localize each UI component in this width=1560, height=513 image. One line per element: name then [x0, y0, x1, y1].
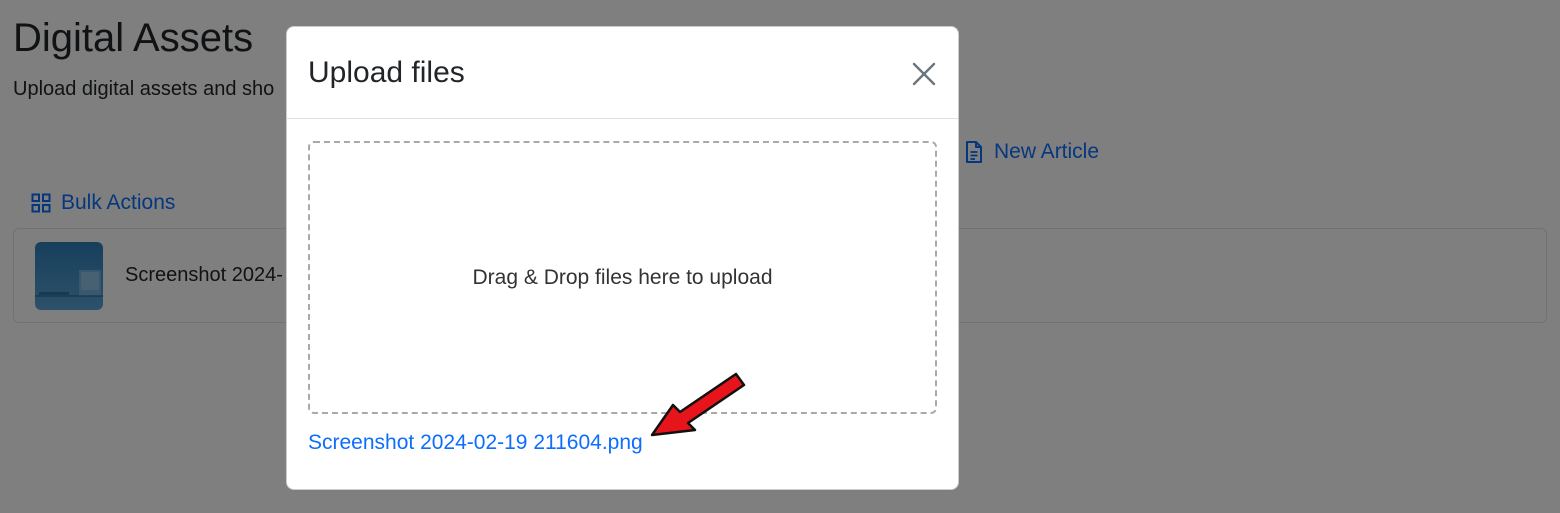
red-arrow-annotation — [650, 372, 746, 437]
file-dropzone[interactable]: Drag & Drop files here to upload — [308, 141, 937, 414]
dropzone-text: Drag & Drop files here to upload — [472, 265, 773, 289]
modal-title: Upload files — [308, 56, 465, 89]
modal-header: Upload files — [287, 27, 958, 119]
uploaded-file-link[interactable]: Screenshot 2024-02-19 211604.png — [308, 429, 643, 457]
close-icon — [912, 62, 936, 86]
close-button[interactable] — [909, 59, 939, 89]
upload-files-modal: Upload files Drag & Drop files here to u… — [286, 26, 959, 490]
